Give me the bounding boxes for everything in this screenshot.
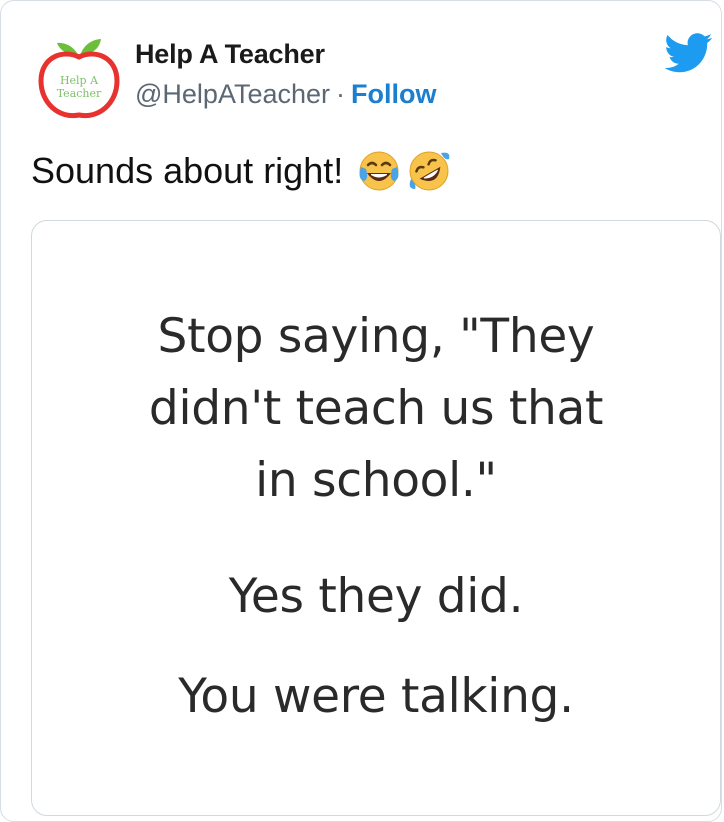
author-name[interactable]: Help A Teacher xyxy=(135,39,325,70)
twitter-bird-icon[interactable] xyxy=(665,33,713,73)
handle-line: @HelpATeacher · Follow xyxy=(135,79,436,110)
follow-button[interactable]: Follow xyxy=(351,79,436,109)
avatar-text-line2: Teacher xyxy=(57,87,102,100)
author-handle[interactable]: @HelpATeacher xyxy=(135,79,330,109)
media-image[interactable]: Stop saying, "They didn't teach us that … xyxy=(31,220,721,816)
avatar-text-line1: Help A xyxy=(60,74,99,87)
tweet-card: Help A Teacher Help A Teacher @HelpATeac… xyxy=(0,0,722,822)
tweet-text: Sounds about right! xyxy=(31,149,451,193)
avatar[interactable]: Help A Teacher xyxy=(33,31,125,123)
apple-logo-icon: Help A Teacher xyxy=(38,39,120,119)
tweet-text-content: Sounds about right! xyxy=(31,150,344,191)
rolling-laughing-emoji-icon xyxy=(409,151,450,191)
tears-of-joy-emoji-icon xyxy=(359,151,399,191)
quote-line-5: You were talking. xyxy=(178,669,574,724)
handle-separator: · xyxy=(336,79,345,109)
quote-line-4: Yes they did. xyxy=(228,569,524,624)
quote-line-2: didn't teach us that xyxy=(148,381,604,436)
quote-line-1: Stop saying, "They xyxy=(157,309,595,364)
quote-line-3: in school." xyxy=(255,453,497,508)
